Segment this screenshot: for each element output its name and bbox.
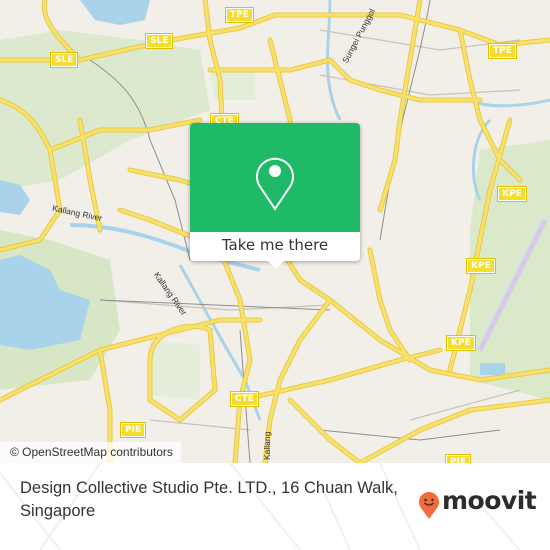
place-address: Design Collective Studio Pte. LTD., 16 C… (20, 479, 398, 520)
highway-shield-sle: SLE (144, 33, 174, 49)
take-me-there-button[interactable]: Take me there (190, 232, 360, 261)
road-label: Kallang (262, 431, 272, 460)
moovit-pin-smile-icon (419, 492, 439, 519)
moovit-wordmark: moovit (442, 486, 537, 515)
map-attribution[interactable]: © OpenStreetMap contributors (0, 442, 181, 463)
map-view[interactable]: TPE SLE SLE TPE CTE KPE KPE KPE CTE PIE … (0, 0, 550, 463)
highway-shield-kpe: KPE (466, 258, 496, 274)
map-pin-icon (256, 157, 294, 211)
popup-pointer (268, 261, 284, 269)
highway-shield-pie: PIE (444, 454, 472, 463)
highway-shield-tpe: TPE (488, 43, 517, 59)
highway-shield-cte: CTE (230, 391, 259, 407)
popup-header (190, 123, 360, 232)
location-popup: Take me there (190, 123, 360, 269)
highway-shield-sle: SLE (49, 52, 79, 68)
moovit-logo[interactable]: moovit (418, 486, 538, 524)
highway-shield-kpe: KPE (497, 186, 527, 202)
highway-shield-tpe: TPE (225, 7, 254, 23)
highway-shield-pie: PIE (119, 422, 147, 438)
highway-shield-kpe: KPE (446, 335, 476, 351)
footer: Design Collective Studio Pte. LTD., 16 C… (0, 463, 550, 550)
